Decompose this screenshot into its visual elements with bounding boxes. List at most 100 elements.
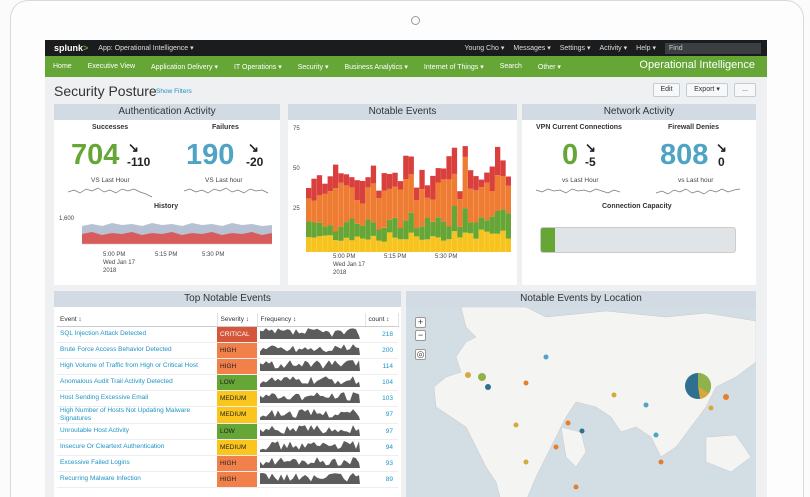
notable-bar-segment (376, 198, 382, 230)
column-header-event[interactable]: Event ↕ (57, 313, 218, 327)
vpn-connections-label: VPN Current Connections (536, 124, 622, 131)
event-count[interactable]: 94 (365, 439, 398, 456)
messages-menu[interactable]: Messages ▾ (513, 44, 550, 52)
event-count[interactable]: 218 (365, 326, 398, 343)
event-name-link[interactable]: Unroutable Host Activity (57, 423, 217, 440)
panel-title: Top Notable Events (54, 291, 401, 307)
splunk-logo[interactable]: splunk> (54, 43, 88, 53)
nav-application-delivery[interactable]: Application Delivery ▾ (143, 63, 226, 71)
notable-bar-segment (500, 209, 506, 231)
notable-bar-segment (441, 179, 447, 222)
notable-bar-segment (392, 186, 398, 218)
event-name-link[interactable]: Anomalous Audit Trail Activity Detected (57, 374, 217, 391)
event-count[interactable]: 97 (365, 423, 398, 440)
user-menu[interactable]: Young Cho ▾ (465, 44, 505, 52)
notable-bar-segment (333, 164, 339, 189)
column-header-count[interactable]: count ↕ (365, 313, 399, 327)
notable-bar-segment (473, 222, 479, 239)
notable-bar-segment (322, 226, 328, 236)
failures-sparkline (184, 187, 269, 194)
event-count[interactable]: 200 (365, 342, 398, 359)
nav-internet-of-things[interactable]: Internet of Things ▾ (416, 63, 492, 71)
notable-bar-segment (316, 236, 323, 252)
world-map[interactable] (406, 307, 756, 497)
help-menu[interactable]: Help ▾ (636, 44, 656, 52)
notable-events-panel: Notable Events 75 50 25 5:00 PM Wed Jan … (288, 104, 517, 285)
notable-bar-segment (338, 173, 344, 183)
event-count[interactable]: 114 (365, 358, 398, 375)
history-x-tick: 5:15 PM (155, 252, 178, 258)
event-count[interactable]: 89 (365, 471, 398, 488)
severity-badge: MEDIUM (217, 439, 257, 456)
settings-menu[interactable]: Settings ▾ (560, 44, 591, 52)
column-header-severity[interactable]: Severity ↕ (217, 313, 258, 327)
event-name-link[interactable]: Recurring Malware Infection (57, 471, 217, 488)
table-row[interactable]: Brute Force Access Behavior Detected HIGH… (57, 342, 398, 359)
table-row[interactable]: High Number of Hosts Not Updating Malwar… (57, 406, 398, 424)
event-name-link[interactable]: SQL Injection Attack Detected (57, 326, 217, 343)
event-name-link[interactable]: Host Sending Excessive Email (57, 390, 217, 407)
table-row[interactable]: Excessive Failed Logins HIGH 93 (57, 455, 398, 472)
activity-menu[interactable]: Activity ▾ (600, 44, 628, 52)
event-name-link[interactable]: High Number of Hosts Not Updating Malwar… (57, 406, 217, 424)
table-row[interactable]: Unroutable Host Activity LOW 97 (57, 423, 398, 440)
event-name-link[interactable]: Insecure Or Cleartext Authentication (57, 439, 217, 456)
app-selector[interactable]: App: Operational Intelligence ▾ (98, 44, 193, 52)
notable-bar-segment (381, 173, 387, 191)
notable-bar-segment (370, 236, 377, 252)
edit-button[interactable]: Edit (653, 83, 680, 97)
nav-security[interactable]: Security ▾ (290, 63, 337, 71)
event-name-link[interactable]: Excessive Failed Logins (57, 455, 217, 472)
table-row[interactable]: SQL Injection Attack Detected CRITICAL 218 (57, 326, 398, 343)
find-input[interactable]: Find (665, 42, 761, 54)
column-header-frequency[interactable]: Frequency ↕ (257, 313, 366, 327)
event-count[interactable]: 103 (365, 390, 398, 407)
notable-bar-segment (462, 208, 468, 233)
table-row[interactable]: Host Sending Excessive Email MEDIUM 103 (57, 390, 398, 407)
table-row[interactable]: Insecure Or Cleartext Authentication MEDI… (57, 439, 398, 456)
table-row[interactable]: Recurring Malware Infection HIGH 89 (57, 471, 398, 488)
nav-it-operations[interactable]: IT Operations ▾ (226, 63, 290, 71)
notable-bar-segment (327, 225, 333, 236)
event-count[interactable]: 93 (365, 455, 398, 472)
notable-bar-segment (484, 220, 490, 232)
severity-badge: MEDIUM (217, 406, 257, 424)
panel-title: Notable Events (288, 104, 517, 120)
notable-bar-segment (500, 176, 506, 210)
notable-bar-segment (306, 221, 312, 238)
notable-bar-segment (408, 212, 414, 233)
nav-home[interactable]: Home (45, 63, 80, 70)
nav-executive-view[interactable]: Executive View (80, 63, 143, 70)
successes-delta: -110 (127, 155, 151, 169)
nav-business-analytics[interactable]: Business Analytics ▾ (336, 63, 415, 71)
page-title: Security Posture (54, 83, 157, 99)
successes-label: Successes (92, 124, 129, 131)
notable-bar-segment (424, 185, 431, 198)
notable-bar-segment (414, 187, 420, 200)
notable-bar-segment (365, 187, 371, 220)
notable-bar-segment (414, 236, 420, 252)
event-name-link[interactable]: Brute Force Access Behavior Detected (57, 342, 217, 359)
export-button[interactable]: Export ▾ (686, 83, 728, 97)
more-button[interactable]: ... (734, 83, 756, 97)
event-name-link[interactable]: High Volume of Traffic from High or Crit… (57, 358, 217, 375)
notable-bar-segment (457, 199, 463, 227)
notable-bar-segment (381, 190, 387, 228)
table-row[interactable]: High Volume of Traffic from High or Crit… (57, 358, 398, 375)
top-events-table: Event ↕ Severity ↕ Frequency ↕ count ↕ S… (57, 313, 399, 488)
event-count[interactable]: 97 (365, 406, 398, 424)
japan-pie-marker[interactable] (685, 372, 712, 399)
event-count[interactable]: 104 (365, 374, 398, 391)
locate-icon[interactable]: ◎ (415, 349, 426, 360)
notable-bar-segment (387, 174, 393, 189)
vpn-sparkline (536, 188, 621, 194)
nav-other[interactable]: Other ▾ (530, 63, 569, 71)
zoom-out-icon[interactable]: − (415, 330, 426, 341)
successes-value: 704 (71, 139, 120, 171)
zoom-in-icon[interactable]: + (415, 317, 426, 328)
nav-search[interactable]: Search (492, 63, 530, 70)
notable-bar-segment (408, 156, 414, 174)
table-row[interactable]: Anomalous Audit Trail Activity Detected L… (57, 374, 398, 391)
notable-bar-segment (349, 218, 355, 241)
show-filters-link[interactable]: Show Filters (156, 88, 192, 95)
